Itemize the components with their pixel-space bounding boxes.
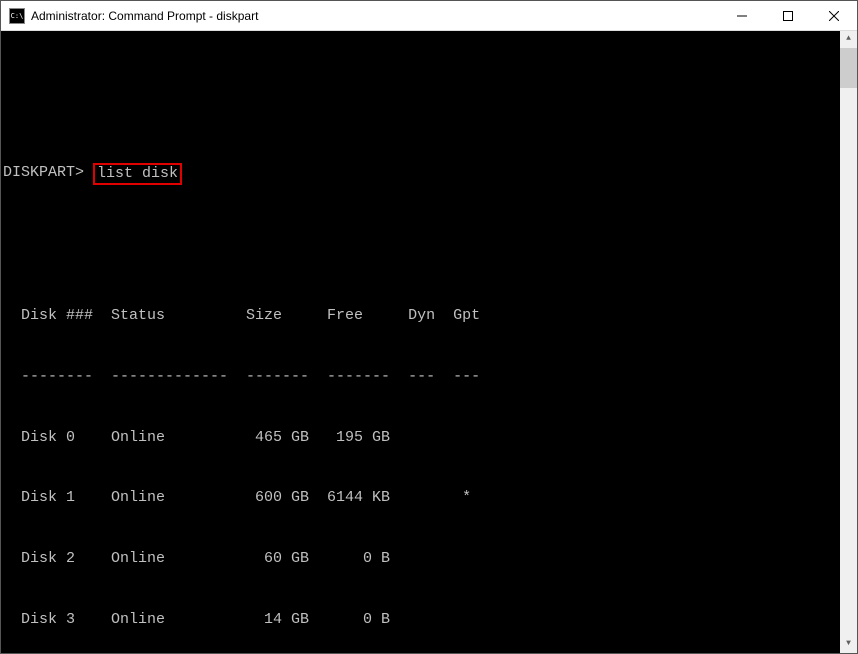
command-prompt-window: C:\ Administrator: Command Prompt - disk…	[0, 0, 858, 654]
scroll-up-icon[interactable]: ▲	[840, 31, 857, 48]
scroll-down-icon[interactable]: ▼	[840, 636, 857, 653]
table-divider: -------- ------------- ------- ------- -…	[3, 367, 855, 387]
minimize-button[interactable]	[719, 1, 765, 30]
cmd-icon: C:\	[9, 8, 25, 24]
terminal-output[interactable]: DISKPART> list disk Disk ### Status Size…	[1, 31, 857, 653]
table-row: Disk 0 Online 465 GB 195 GB	[3, 428, 855, 448]
table-row: Disk 3 Online 14 GB 0 B	[3, 610, 855, 630]
table-row: Disk 2 Online 60 GB 0 B	[3, 549, 855, 569]
window-title: Administrator: Command Prompt - diskpart	[31, 9, 719, 23]
titlebar[interactable]: C:\ Administrator: Command Prompt - disk…	[1, 1, 857, 31]
vertical-scrollbar[interactable]: ▲ ▼	[840, 31, 857, 653]
cmd-line-list-disk: DISKPART> list disk	[3, 163, 855, 185]
prompt-text: DISKPART>	[3, 163, 84, 183]
table-row: Disk 1 Online 600 GB 6144 KB *	[3, 488, 855, 508]
close-button[interactable]	[811, 1, 857, 30]
maximize-button[interactable]	[765, 1, 811, 30]
window-controls	[719, 1, 857, 30]
scroll-thumb[interactable]	[840, 48, 857, 88]
cmd-list-disk: list disk	[93, 163, 182, 185]
table-header: Disk ### Status Size Free Dyn Gpt	[3, 306, 855, 326]
